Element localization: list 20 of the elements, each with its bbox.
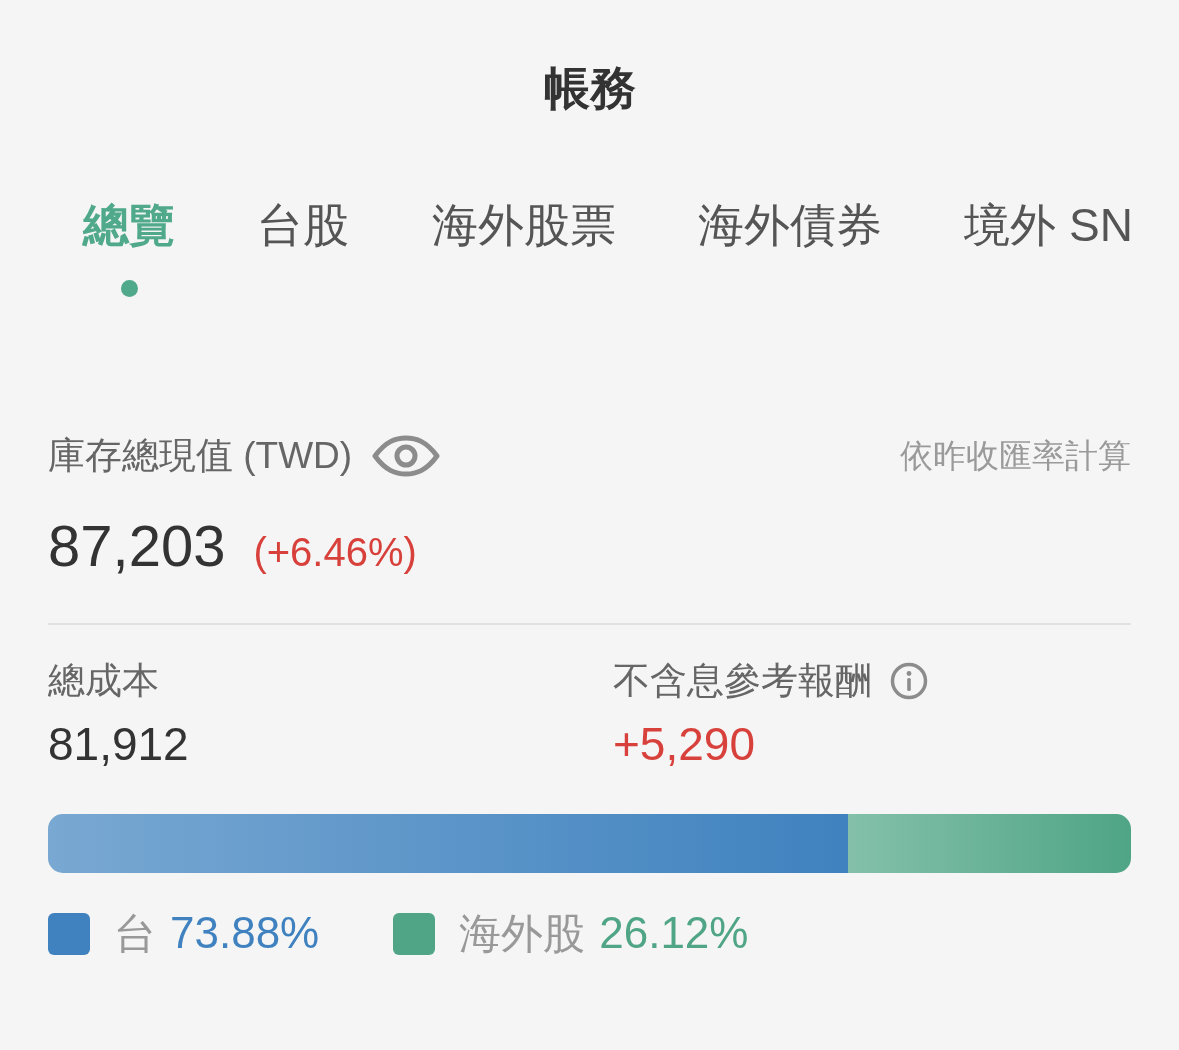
active-tab-dot-icon	[120, 280, 138, 297]
total-cost-label: 總成本	[48, 659, 159, 703]
tab[interactable]: 境外 SN	[964, 197, 1133, 253]
total-cost-value: 81,912	[48, 717, 189, 771]
info-icon[interactable]	[890, 662, 928, 700]
legend-percent: 26.12%	[599, 908, 749, 958]
return-value: +5,290	[613, 717, 755, 771]
eye-icon[interactable]	[372, 435, 441, 477]
page-title: 帳務	[543, 61, 636, 116]
tab[interactable]: 台股	[257, 197, 350, 253]
legend-percent: 73.88%	[170, 908, 320, 958]
exchange-rate-note: 依昨收匯率計算	[900, 436, 1131, 476]
total-value-label: 庫存總現值 (TWD)	[48, 434, 353, 478]
legend-label: 海外股	[459, 909, 586, 959]
legend-label: 台	[114, 909, 156, 959]
total-value: 87,203	[48, 512, 226, 580]
return-label: 不含息參考報酬	[613, 659, 872, 703]
tab[interactable]: 海外股票	[431, 197, 616, 253]
tab[interactable]: 海外債券	[698, 197, 882, 253]
change-percent: (+6.46%)	[253, 529, 417, 576]
